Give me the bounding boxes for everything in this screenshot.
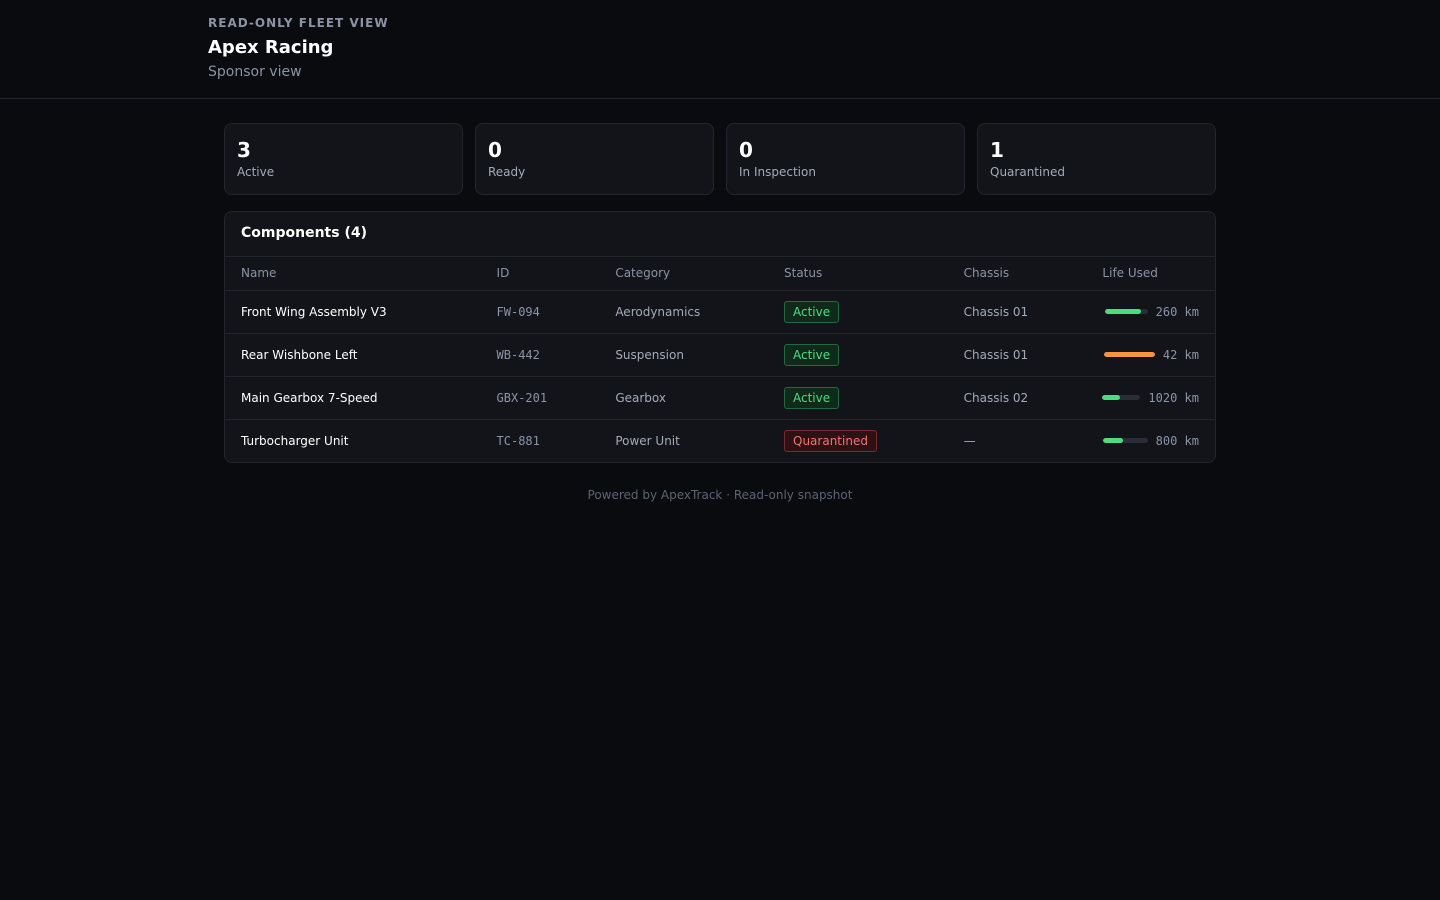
stat-value: 3 <box>237 138 251 162</box>
component-life-cell: 1020 km <box>1086 376 1215 420</box>
components-table: Name ID Category Status Chassis Life Use… <box>225 257 1215 462</box>
status-badge: Active <box>784 343 840 366</box>
component-category: Power Unit <box>615 433 680 448</box>
component-life-cell: 800 km <box>1086 419 1215 462</box>
component-chassis: — <box>963 433 976 448</box>
table-row: Turbocharger Unit TC-881 Power Unit Quar… <box>225 419 1215 462</box>
life-text: 1020 km <box>1148 390 1199 405</box>
component-id: GBX-201 <box>480 376 600 420</box>
column-header-chassis: Chassis <box>947 257 1087 291</box>
component-category: Suspension <box>599 333 768 377</box>
component-status-cell: Active <box>768 333 948 377</box>
life-bar-fill <box>1102 438 1123 444</box>
status-badge: Active <box>784 300 840 323</box>
component-status-cell: Active <box>768 290 948 334</box>
component-name: Main Gearbox 7-Speed <box>225 376 481 420</box>
stat-label: Active <box>237 165 275 179</box>
component-chassis: Chassis 01 <box>947 290 1087 334</box>
life-bar <box>1104 309 1148 314</box>
life-bar <box>1102 438 1148 444</box>
stats-row: 3 Active 0 Ready 0 In Inspection 1 Quara… <box>224 123 1216 195</box>
life-bar-fill <box>1104 309 1142 314</box>
table-row: Main Gearbox 7-Speed GBX-201 Gearbox Act… <box>225 376 1215 420</box>
column-header-status: Status <box>768 257 948 291</box>
life-text: 800 km <box>1155 433 1199 448</box>
stat-value: 1 <box>990 138 1004 162</box>
life-bar-fill <box>1102 395 1120 400</box>
life-text: 42 km <box>1162 347 1199 362</box>
component-status-cell: Quarantined <box>768 419 948 462</box>
stat-card-in-inspection: 0 In Inspection <box>726 123 965 195</box>
component-name: Rear Wishbone Left <box>225 333 481 377</box>
column-header-name: Name <box>225 257 481 291</box>
column-header-category: Category <box>599 257 768 291</box>
table-row: Front Wing Assembly V3 FW-094 Aerodynami… <box>225 290 1215 334</box>
stat-card-ready: 0 Ready <box>475 123 714 195</box>
table-header-row: Name ID Category Status Chassis Life Use… <box>225 257 1215 291</box>
component-status-cell: Active <box>768 376 948 420</box>
stat-value: 0 <box>739 138 753 162</box>
component-id: FW-094 <box>480 290 600 334</box>
component-chassis: Chassis 01 <box>947 333 1087 377</box>
stat-card-active: 3 Active <box>224 123 463 195</box>
component-name: Turbocharger Unit <box>241 433 349 448</box>
stat-label: In Inspection <box>739 165 816 179</box>
component-category: Aerodynamics <box>599 290 768 334</box>
stat-card-quarantined: 1 Quarantined <box>977 123 1216 195</box>
component-id: TC-881 <box>496 433 540 448</box>
stat-value: 0 <box>488 138 502 162</box>
column-header-life-used: Life Used <box>1086 257 1215 291</box>
view-subtitle: Sponsor view <box>208 64 302 80</box>
page-footer: Powered by ApexTrack · Read-only snapsho… <box>587 488 853 502</box>
component-life-cell: 260 km <box>1086 290 1215 334</box>
components-title: Components (4) <box>225 212 1215 257</box>
stat-label: Ready <box>488 165 526 179</box>
life-bar-fill <box>1103 352 1155 357</box>
page-header: READ-ONLY FLEET VIEW Apex Racing Sponsor… <box>0 0 1440 99</box>
life-bar <box>1102 395 1141 400</box>
main-content: 3 Active 0 Ready 0 In Inspection 1 Quara… <box>224 123 1216 502</box>
status-badge: Quarantined <box>784 429 877 452</box>
component-id: WB-442 <box>480 333 600 377</box>
table-row: Rear Wishbone Left WB-442 Suspension Act… <box>225 333 1215 377</box>
life-bar <box>1103 352 1155 357</box>
view-eyebrow: READ-ONLY FLEET VIEW <box>208 16 389 30</box>
column-header-id: ID <box>480 257 600 291</box>
component-life-cell: 42 km <box>1086 333 1215 377</box>
status-badge: Active <box>784 386 840 409</box>
stat-label: Quarantined <box>990 165 1065 179</box>
component-category: Gearbox <box>599 376 768 420</box>
component-name: Front Wing Assembly V3 <box>225 290 481 334</box>
components-panel: Components (4) Name ID Category Status C… <box>224 211 1216 463</box>
life-text: 260 km <box>1155 304 1199 319</box>
team-name: Apex Racing <box>208 37 334 58</box>
component-chassis: Chassis 02 <box>947 376 1087 420</box>
